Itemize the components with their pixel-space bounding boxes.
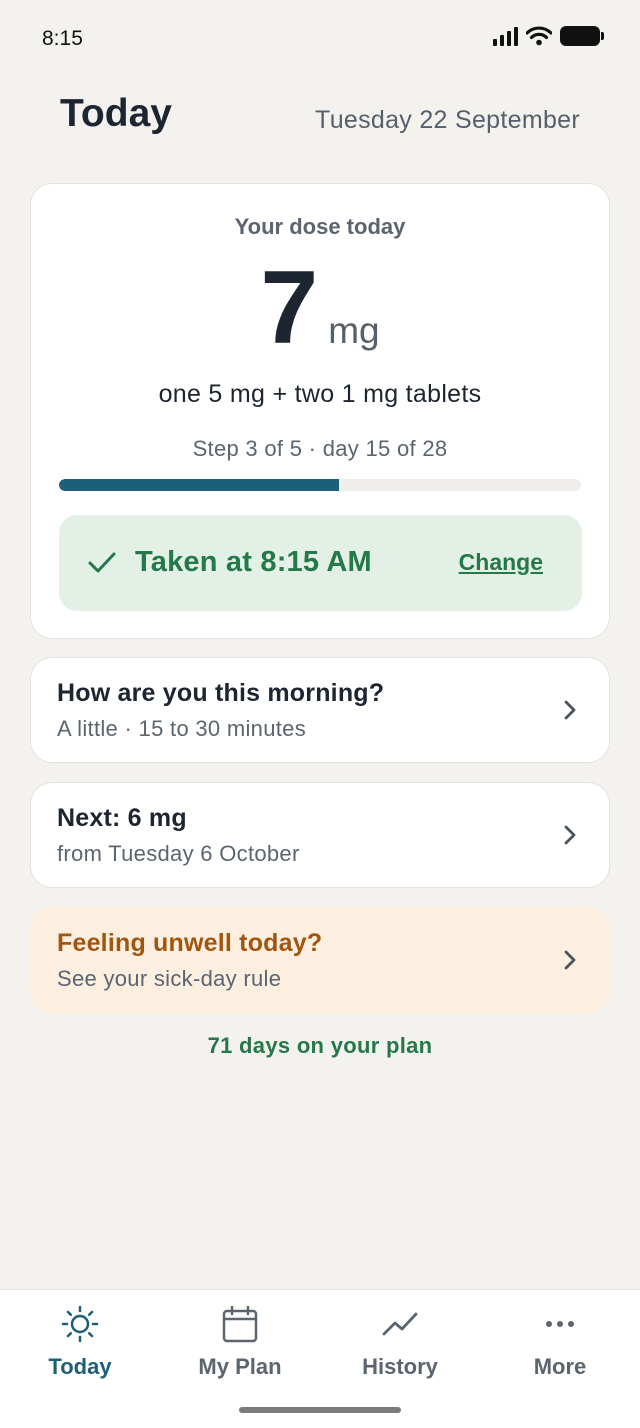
dose-unit: mg xyxy=(328,310,380,351)
change-taken-link[interactable]: Change xyxy=(459,549,543,576)
tab-label: More xyxy=(533,1354,587,1379)
chevron-right-icon xyxy=(564,950,576,970)
chevron-right-icon xyxy=(564,700,576,720)
sun-icon xyxy=(61,1305,99,1343)
calendar-icon xyxy=(222,1305,258,1343)
dose-label: Your dose today xyxy=(234,214,406,239)
chevron-right-icon xyxy=(564,825,576,845)
battery-icon xyxy=(560,26,604,46)
next-dose-card[interactable]: Next: 6 mg from Tuesday 6 October xyxy=(30,782,610,888)
tab-label: Today xyxy=(48,1354,112,1379)
dose-tablets: one 5 mg + two 1 mg tablets xyxy=(158,380,482,408)
cellular-signal-icon xyxy=(493,26,518,46)
status-bar: 8:15 xyxy=(0,0,640,78)
card-title: Next: 6 mg xyxy=(57,804,187,832)
tab-history[interactable]: History xyxy=(320,1290,480,1390)
taken-status-box: Taken at 8:15 AM Change xyxy=(59,515,582,611)
card-title: How are you this morning? xyxy=(57,679,385,707)
home-indicator xyxy=(239,1407,401,1413)
sick-day-rule-card[interactable]: Feeling unwell today? See your sick-day … xyxy=(30,907,610,1013)
trend-icon xyxy=(382,1312,418,1336)
card-title: Feeling unwell today? xyxy=(57,929,323,957)
dose-card: Your dose today 7 mg one 5 mg + two 1 mg … xyxy=(30,183,610,639)
plan-days-text: 71 days on your plan xyxy=(207,1033,433,1058)
status-icons xyxy=(493,26,604,46)
checkmark-icon xyxy=(88,552,116,573)
tab-label: History xyxy=(362,1354,438,1379)
taken-text: Taken at 8:15 AM xyxy=(135,546,372,578)
morning-check-in-card[interactable]: How are you this morning? A little · 15 … xyxy=(30,657,610,763)
dose-step-text: Step 3 of 5 · day 15 of 28 xyxy=(192,436,448,461)
card-subtitle: A little · 15 to 30 minutes xyxy=(57,716,307,741)
page-title: Today xyxy=(60,92,172,135)
dose-value-row: 7 mg xyxy=(31,256,609,360)
more-dots-icon xyxy=(546,1321,574,1327)
dose-number: 7 xyxy=(260,250,319,366)
tab-more[interactable]: More xyxy=(480,1290,640,1390)
tab-today[interactable]: Today xyxy=(0,1290,160,1390)
page-date: Tuesday 22 September xyxy=(315,106,580,134)
bottom-tab-bar: Today My Plan History More xyxy=(0,1289,640,1428)
wifi-icon xyxy=(526,26,552,46)
tab-label: My Plan xyxy=(198,1354,282,1379)
step-progress-fill xyxy=(59,479,339,491)
status-time: 8:15 xyxy=(42,27,83,50)
tab-my-plan[interactable]: My Plan xyxy=(160,1290,320,1390)
card-subtitle: See your sick-day rule xyxy=(57,966,282,991)
card-subtitle: from Tuesday 6 October xyxy=(57,841,300,866)
step-progress-bar xyxy=(59,479,581,491)
